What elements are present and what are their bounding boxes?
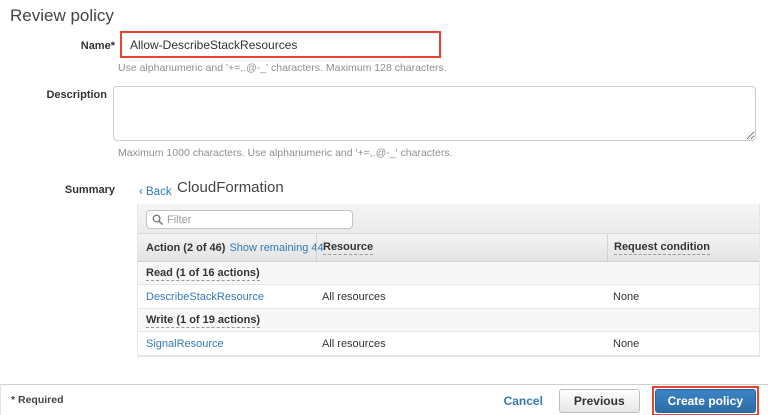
chevron-left-icon: ‹ bbox=[139, 184, 143, 198]
previous-button[interactable]: Previous bbox=[559, 389, 640, 413]
resource-cell: All resources bbox=[316, 291, 607, 303]
create-policy-annotation: Create policy bbox=[652, 386, 759, 415]
request-condition-header-label: Request condition bbox=[614, 241, 710, 255]
description-label: Description bbox=[0, 89, 107, 101]
read-group-label: Read (1 of 16 actions) bbox=[146, 267, 260, 281]
back-link[interactable]: ‹Back bbox=[139, 184, 172, 198]
condition-cell: None bbox=[607, 291, 759, 303]
search-icon bbox=[152, 214, 163, 225]
name-field-annotation bbox=[120, 31, 441, 58]
group-row-write: Write (1 of 19 actions) bbox=[138, 309, 759, 332]
create-policy-button[interactable]: Create policy bbox=[655, 389, 756, 413]
condition-cell: None bbox=[607, 338, 759, 350]
filter-input[interactable] bbox=[167, 214, 347, 226]
summary-label: Summary bbox=[0, 184, 115, 196]
column-header-action: Action (2 of 46) Show remaining 44 bbox=[138, 234, 316, 261]
footer-actions: Cancel Previous Create policy bbox=[504, 385, 759, 415]
name-label: Name* bbox=[0, 40, 115, 52]
action-link-describe-stack-resource[interactable]: DescribeStackResource bbox=[146, 291, 264, 303]
resource-header-label: Resource bbox=[323, 241, 373, 255]
required-note: * Required bbox=[11, 385, 64, 415]
description-textarea[interactable] bbox=[113, 86, 756, 141]
description-help-text: Maximum 1000 characters. Use alphanumeri… bbox=[118, 147, 452, 159]
action-count-label: Action (2 of 46) bbox=[146, 242, 225, 254]
review-policy-page: Review policy Name* Use alphanumeric and… bbox=[0, 0, 768, 415]
resource-cell: All resources bbox=[316, 338, 607, 350]
filter-box[interactable] bbox=[146, 210, 353, 229]
policy-summary-table: Action (2 of 46) Show remaining 44 Resou… bbox=[137, 204, 760, 357]
table-row: SignalResource All resources None bbox=[138, 332, 759, 356]
cancel-link[interactable]: Cancel bbox=[504, 394, 543, 408]
column-header-resource: Resource bbox=[316, 234, 607, 261]
group-row-read: Read (1 of 16 actions) bbox=[138, 262, 759, 285]
action-link-signal-resource[interactable]: SignalResource bbox=[146, 338, 224, 350]
back-link-label: Back bbox=[146, 186, 172, 198]
name-help-text: Use alphanumeric and '+=,.@-_' character… bbox=[118, 62, 447, 74]
table-header-row: Action (2 of 46) Show remaining 44 Resou… bbox=[138, 234, 759, 262]
wizard-footer: * Required Cancel Previous Create policy bbox=[0, 384, 768, 415]
table-row: DescribeStackResource All resources None bbox=[138, 285, 759, 309]
service-name-heading: CloudFormation bbox=[177, 179, 284, 196]
page-title: Review policy bbox=[10, 6, 114, 26]
show-remaining-link[interactable]: Show remaining 44 bbox=[229, 242, 323, 254]
write-group-label: Write (1 of 19 actions) bbox=[146, 314, 260, 328]
table-filter-toolbar bbox=[138, 204, 759, 234]
column-header-request-condition: Request condition bbox=[607, 234, 759, 261]
policy-name-input[interactable] bbox=[122, 33, 439, 56]
